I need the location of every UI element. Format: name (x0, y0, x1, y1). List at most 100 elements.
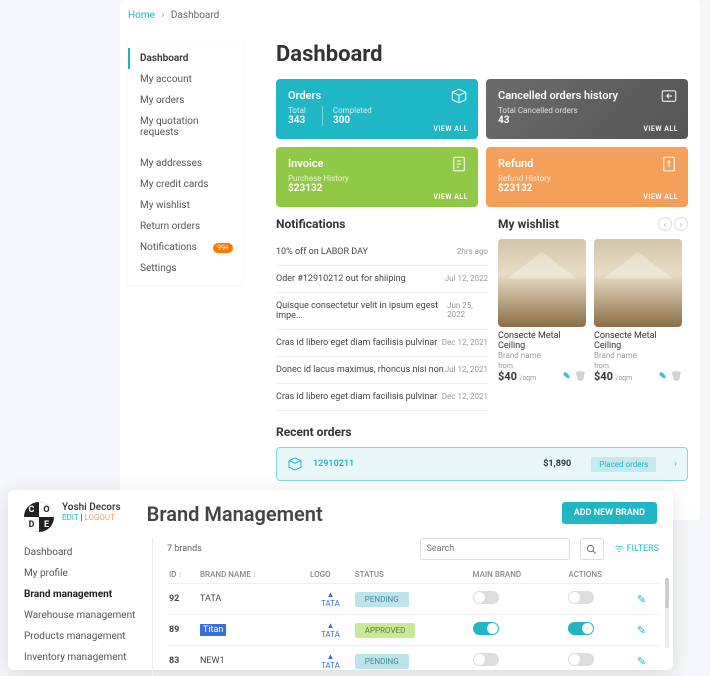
wishlist-card[interactable]: Consecte Metal CeilingBrand namefrom$40 … (498, 239, 586, 383)
brand-logo: CODE (24, 502, 54, 532)
refund-icon (660, 155, 678, 173)
sidebar-item-credit[interactable]: My credit cards (128, 174, 243, 195)
wishlist-prev[interactable]: ‹ (658, 217, 672, 231)
notification-row[interactable]: Cras id libero eget diam facilisis pulvi… (276, 384, 488, 411)
viewall-link[interactable]: VIEW ALL (643, 125, 678, 133)
cell-action (566, 615, 634, 646)
action-toggle[interactable] (568, 622, 594, 635)
stat-label: Total (288, 106, 306, 115)
brand-side-item[interactable]: My profile (20, 563, 140, 584)
search-input[interactable] (420, 538, 570, 560)
notif-date: Jul 12, 2022 (445, 274, 488, 284)
delete-icon[interactable]: 🗑 (575, 372, 586, 382)
sidebar-item-account[interactable]: My account (128, 69, 243, 90)
main-toggle[interactable] (473, 591, 499, 604)
col-brand[interactable]: BRAND NAME↕ (198, 566, 308, 584)
wishlist-section: My wishlist ‹ › Consecte Metal CeilingBr… (498, 217, 688, 411)
logout-link[interactable]: LOGOUT (84, 513, 114, 522)
main-toggle[interactable] (473, 653, 499, 666)
notif-text: Donec id lacus maximus, rhoncus nisi non (276, 365, 444, 375)
viewall-link[interactable]: VIEW ALL (643, 193, 678, 201)
action-toggle[interactable] (568, 653, 594, 666)
main-toggle[interactable] (473, 622, 499, 635)
notif-text: Cras id libero eget diam facilisis pulvi… (276, 392, 437, 402)
sidebar-item-wishlist[interactable]: My wishlist (128, 195, 243, 216)
col-id[interactable]: ID↕ (167, 566, 198, 584)
notif-date: Jul 12, 2021 (445, 365, 488, 375)
sidebar-label: Notifications (140, 242, 197, 253)
status-badge: PENDING (355, 592, 409, 607)
sidebar-item-orders[interactable]: My orders (128, 90, 243, 111)
brand-side-item[interactable]: Inventory management (20, 647, 140, 668)
notification-row[interactable]: Donec id lacus maximus, rhoncus nisi non… (276, 357, 488, 384)
sidebar-label: My account (140, 74, 192, 85)
recent-order-row[interactable]: 12910211 $1,890 Placed orders › (276, 447, 688, 481)
product-image (594, 239, 682, 327)
status-badge: APPROVED (355, 623, 416, 638)
user-meta: Yoshi Decors EDIT | LOGOUT (62, 502, 121, 522)
notif-text: Cras id libero eget diam facilisis pulvi… (276, 338, 437, 348)
card-invoice[interactable]: Invoice Purchase History$23132 VIEW ALL (276, 147, 478, 207)
cell-logo: ▲TATA (308, 646, 353, 676)
notif-text: Oder #12910212 out for shiiping (276, 274, 406, 284)
card-cancelled[interactable]: Cancelled orders history Total Cancelled… (486, 79, 688, 139)
product-brand: Brand name (498, 351, 586, 360)
product-name: Consecte Metal Ceiling (594, 331, 682, 351)
notification-row[interactable]: Cras id libero eget diam facilisis pulvi… (276, 330, 488, 357)
edit-icon[interactable]: ✎ (659, 372, 667, 382)
breadcrumb-home[interactable]: Home (128, 10, 155, 21)
brand-side-item[interactable]: Products management (20, 626, 140, 647)
edit-icon[interactable]: ✎ (637, 593, 646, 606)
add-brand-button[interactable]: ADD NEW BRAND (562, 502, 657, 524)
brand-sidebar: DashboardMy profileBrand managementWareh… (8, 538, 153, 676)
sidebar-item-notifications[interactable]: Notifications99+ (128, 237, 243, 258)
sidebar-label: My credit cards (140, 179, 208, 190)
sidebar-item-addresses[interactable]: My addresses (128, 153, 243, 174)
card-orders[interactable]: Orders Total343 Completed300 VIEW ALL (276, 79, 478, 139)
brand-side-item[interactable]: Brand management (20, 584, 140, 605)
order-status: Placed orders (591, 457, 656, 472)
sort-icon: ↕ (253, 571, 257, 579)
wishlist-card[interactable]: Consecte Metal CeilingBrand namefrom$40 … (594, 239, 682, 383)
notification-row[interactable]: 10% off on LABOR DAY2hrs ago (276, 239, 488, 266)
brand-side-item[interactable]: Warehouse management (20, 605, 140, 626)
brand-count: 7 brands (167, 544, 202, 554)
brand-side-item[interactable]: Dashboard (20, 542, 140, 563)
edit-icon[interactable]: ✎ (637, 655, 646, 668)
action-toggle[interactable] (568, 591, 594, 604)
breadcrumb: Home › Dashboard (128, 10, 219, 21)
notif-date: Jun 25, 2022 (447, 301, 488, 321)
sidebar-label: Settings (140, 263, 177, 274)
notification-row[interactable]: Oder #12910212 out for shiiping Jul 12, 2… (276, 266, 488, 293)
brand-name: Titan (200, 624, 226, 636)
notifications-section: Notifications 10% off on LABOR DAY2hrs a… (276, 217, 488, 411)
delete-icon[interactable]: 🗑 (671, 372, 682, 382)
cell-status: PENDING (353, 646, 471, 676)
edit-icon[interactable]: ✎ (563, 372, 571, 382)
brand-name: NEW1 (200, 656, 225, 666)
sidebar-item-quotations[interactable]: My quotation requests (128, 111, 243, 143)
viewall-link[interactable]: VIEW ALL (433, 193, 468, 201)
product-name: Consecte Metal Ceiling (498, 331, 586, 351)
price-from: from (594, 362, 682, 370)
cell-logo: ▲TATA (308, 615, 353, 646)
filters-button[interactable]: FILTERS (614, 544, 659, 554)
scrollbar[interactable] (665, 578, 669, 648)
sidebar-item-dashboard[interactable]: Dashboard (128, 48, 243, 69)
edit-link[interactable]: EDIT (62, 513, 78, 522)
cell-action (566, 584, 634, 615)
notif-text: Quisque consectetur velit in ipsum egest… (276, 301, 447, 321)
search-button[interactable] (580, 538, 604, 560)
card-refund[interactable]: Refund Refund History$23132 VIEW ALL (486, 147, 688, 207)
box-icon (450, 87, 468, 105)
wishlist-next[interactable]: › (674, 217, 688, 231)
viewall-link[interactable]: VIEW ALL (433, 125, 468, 133)
notification-row[interactable]: Quisque consectetur velit in ipsum egest… (276, 293, 488, 330)
stat-value: 343 (288, 115, 306, 126)
sidebar-label: Dashboard (140, 53, 188, 64)
edit-icon[interactable]: ✎ (637, 624, 646, 637)
cell-id: 92 (167, 584, 198, 615)
sidebar-item-settings[interactable]: Settings (128, 258, 243, 279)
sidebar-item-return[interactable]: Return orders (128, 216, 243, 237)
section-title: Recent orders (276, 425, 688, 439)
